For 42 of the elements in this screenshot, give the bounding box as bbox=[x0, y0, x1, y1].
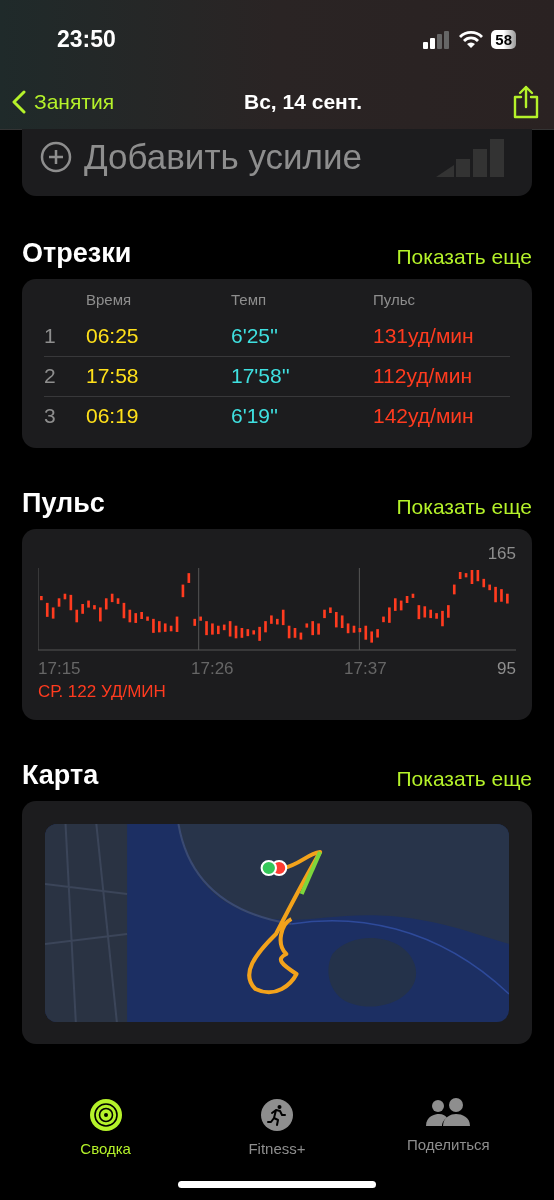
split-time: 06:25 bbox=[86, 322, 140, 349]
wifi-icon bbox=[459, 30, 484, 49]
share-icon bbox=[512, 85, 540, 119]
split-time: 17:58 bbox=[86, 363, 140, 390]
tab-bar-item[interactable]: Сводка bbox=[40, 1097, 171, 1160]
row-index: 3 bbox=[44, 403, 57, 430]
split-pulse: 131уд/мин bbox=[373, 322, 475, 349]
show-more-link[interactable]: Показать еще bbox=[396, 246, 532, 267]
nav-title: Вс, 14 сент. bbox=[244, 89, 364, 116]
split-pulse: 112уд/мин bbox=[373, 363, 474, 390]
section-title: Отрезки bbox=[22, 240, 132, 267]
status-time: 23:50 bbox=[57, 25, 116, 55]
back-button[interactable]: Занятия bbox=[12, 86, 115, 118]
time-axis-label: 17:37 bbox=[344, 657, 388, 679]
split-time: 06:19 bbox=[86, 403, 140, 430]
axis-max-label: 165 bbox=[487, 544, 516, 562]
average-heart-rate: СР. 122 УД/МИН bbox=[38, 680, 167, 702]
time-axis-label: 17:26 bbox=[191, 657, 235, 679]
people-icon bbox=[425, 1097, 472, 1128]
row-index: 2 bbox=[44, 363, 57, 390]
show-more-link[interactable]: Показать еще bbox=[396, 495, 532, 517]
column-header: Пульс bbox=[373, 290, 417, 310]
signal-icon bbox=[423, 30, 452, 49]
split-pace: 6'19'' bbox=[231, 403, 280, 430]
section-title: Пульс bbox=[22, 489, 105, 517]
plus-circle-icon bbox=[40, 140, 72, 173]
runner-icon bbox=[260, 1097, 294, 1132]
column-header: Время bbox=[86, 290, 133, 310]
section-title: Карта bbox=[22, 762, 99, 789]
split-pulse: 142уд/мин bbox=[373, 403, 475, 430]
battery-indicator: 58 bbox=[491, 30, 516, 49]
time-axis-label: 17:15 bbox=[38, 657, 82, 679]
activity-rings-icon bbox=[88, 1097, 123, 1132]
row-index: 1 bbox=[44, 322, 57, 349]
split-pace: 17'58'' bbox=[231, 363, 291, 390]
tab-bar-item[interactable]: Fitness+ bbox=[212, 1097, 342, 1160]
show-more-link[interactable]: Показать еще bbox=[396, 768, 532, 789]
chevron-left-icon bbox=[12, 90, 26, 114]
tab-bar-item[interactable]: Поделиться bbox=[383, 1097, 514, 1160]
column-header: Темп bbox=[231, 290, 268, 310]
split-pace: 6'25'' bbox=[231, 322, 280, 349]
axis-min-label: 95 bbox=[497, 657, 516, 679]
